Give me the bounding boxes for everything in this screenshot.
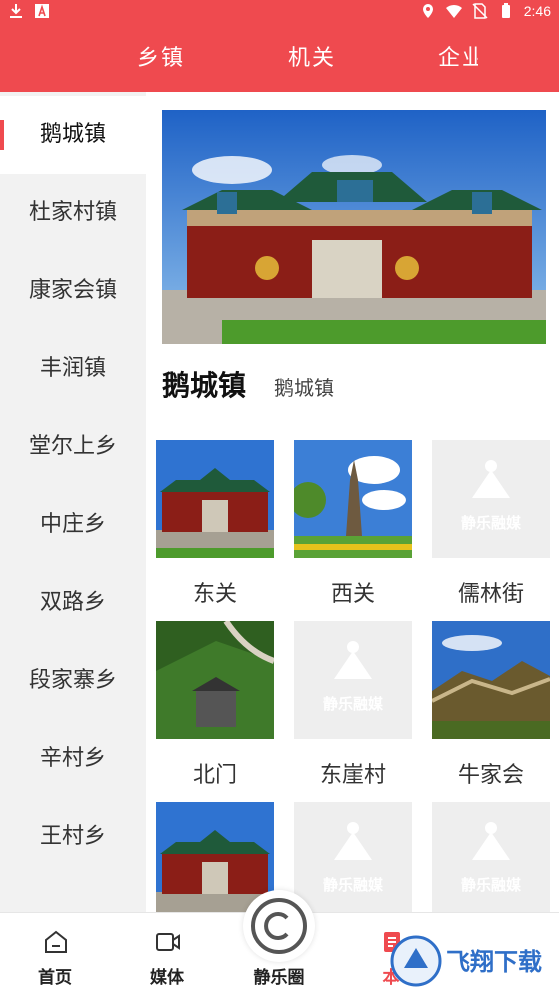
nav-media-label: 媒体: [150, 968, 184, 988]
thumb-label-rulinjie: 儒林街: [457, 582, 524, 607]
watermark-logo: 飞翔下载: [388, 926, 559, 995]
thumb-label-beimen: 北门: [192, 763, 237, 788]
placeholder-brand: 静乐融媒: [460, 514, 521, 532]
hero-image[interactable]: [162, 110, 546, 344]
video-icon: [156, 933, 180, 951]
nav-home-label: 首页: [38, 968, 72, 988]
thumb-label-niujiahui: 牛家会: [457, 763, 524, 788]
thumb-label-dongyacun: 东崖村: [319, 763, 386, 788]
tab-agency[interactable]: 机关: [288, 40, 336, 72]
sidebar-item-dujiacun[interactable]: 杜家村镇: [0, 174, 146, 252]
town-subtitle: 鹅城镇: [274, 376, 334, 400]
no-sim-icon: [472, 3, 488, 19]
thumb-item-9[interactable]: 静乐融媒: [432, 802, 550, 912]
sidebar-item-shuanglu[interactable]: 双路乡: [0, 564, 146, 642]
sidebar-item-kangjiahui[interactable]: 康家会镇: [0, 252, 146, 330]
placeholder-image: 静乐融媒: [432, 440, 550, 558]
placeholder-brand: 静乐融媒: [460, 876, 521, 894]
sidebar-item-wangcun[interactable]: 王村乡: [0, 798, 146, 876]
nav-media[interactable]: 媒体: [122, 913, 212, 995]
tab-township[interactable]: 乡镇: [137, 40, 185, 72]
download-icon: [10, 4, 22, 18]
sidebar-item-xincun[interactable]: 辛村乡: [0, 720, 146, 798]
placeholder-image: 静乐融媒: [294, 621, 412, 739]
category-tabs: 乡镇 机关 企业: [0, 40, 559, 80]
app-a-icon: [35, 4, 49, 18]
sidebar-item-echeng[interactable]: 鹅城镇: [0, 96, 146, 174]
thumb-xiguan[interactable]: [294, 440, 412, 558]
tab-enterprise[interactable]: 企业: [438, 40, 478, 72]
placeholder-image: 静乐融媒: [432, 802, 550, 912]
thumb-dongguan[interactable]: [156, 440, 274, 558]
nav-home[interactable]: 首页: [10, 913, 100, 995]
thumb-dongyacun[interactable]: 静乐融媒: [294, 621, 412, 739]
nav-circle-label: 静乐圈: [253, 968, 305, 988]
jingle-circle-button[interactable]: [243, 890, 315, 962]
thumb-rulinjie[interactable]: 静乐融媒: [432, 440, 550, 558]
thumb-label-dongguan: 东关: [192, 582, 237, 607]
township-sidebar: 鹅城镇 杜家村镇 康家会镇 丰润镇 堂尔上乡 中庄乡 双路乡 段家寨乡 辛村乡 …: [0, 92, 146, 912]
home-icon: [45, 930, 67, 953]
thumb-beimen[interactable]: [156, 621, 274, 739]
sidebar-item-tangershang[interactable]: 堂尔上乡: [0, 408, 146, 486]
sidebar-item-zhongzhuang[interactable]: 中庄乡: [0, 486, 146, 564]
placeholder-brand: 静乐融媒: [322, 695, 383, 713]
sidebar-item-duanjiazhai[interactable]: 段家寨乡: [0, 642, 146, 720]
battery-icon: [501, 3, 510, 18]
svg-text:飞翔下载: 飞翔下载: [446, 948, 542, 976]
status-bar: 2:46: [0, 0, 559, 24]
wifi-icon: [445, 4, 462, 18]
location-icon: [422, 4, 433, 18]
main-content: 鹅城镇 鹅城镇 东关 西关 静乐融媒 儒林街 北门 静乐融媒 东崖村 牛家会 静…: [146, 92, 559, 912]
town-title: 鹅城镇: [162, 369, 247, 402]
thumb-label-xiguan: 西关: [330, 582, 375, 607]
thumb-niujiahui[interactable]: [432, 621, 550, 739]
circle-icon: [251, 898, 307, 954]
clock: 2:46: [523, 3, 551, 19]
top-header: 2:46 乡镇 机关 企业: [0, 0, 559, 92]
sidebar-item-fengrun[interactable]: 丰润镇: [0, 330, 146, 408]
